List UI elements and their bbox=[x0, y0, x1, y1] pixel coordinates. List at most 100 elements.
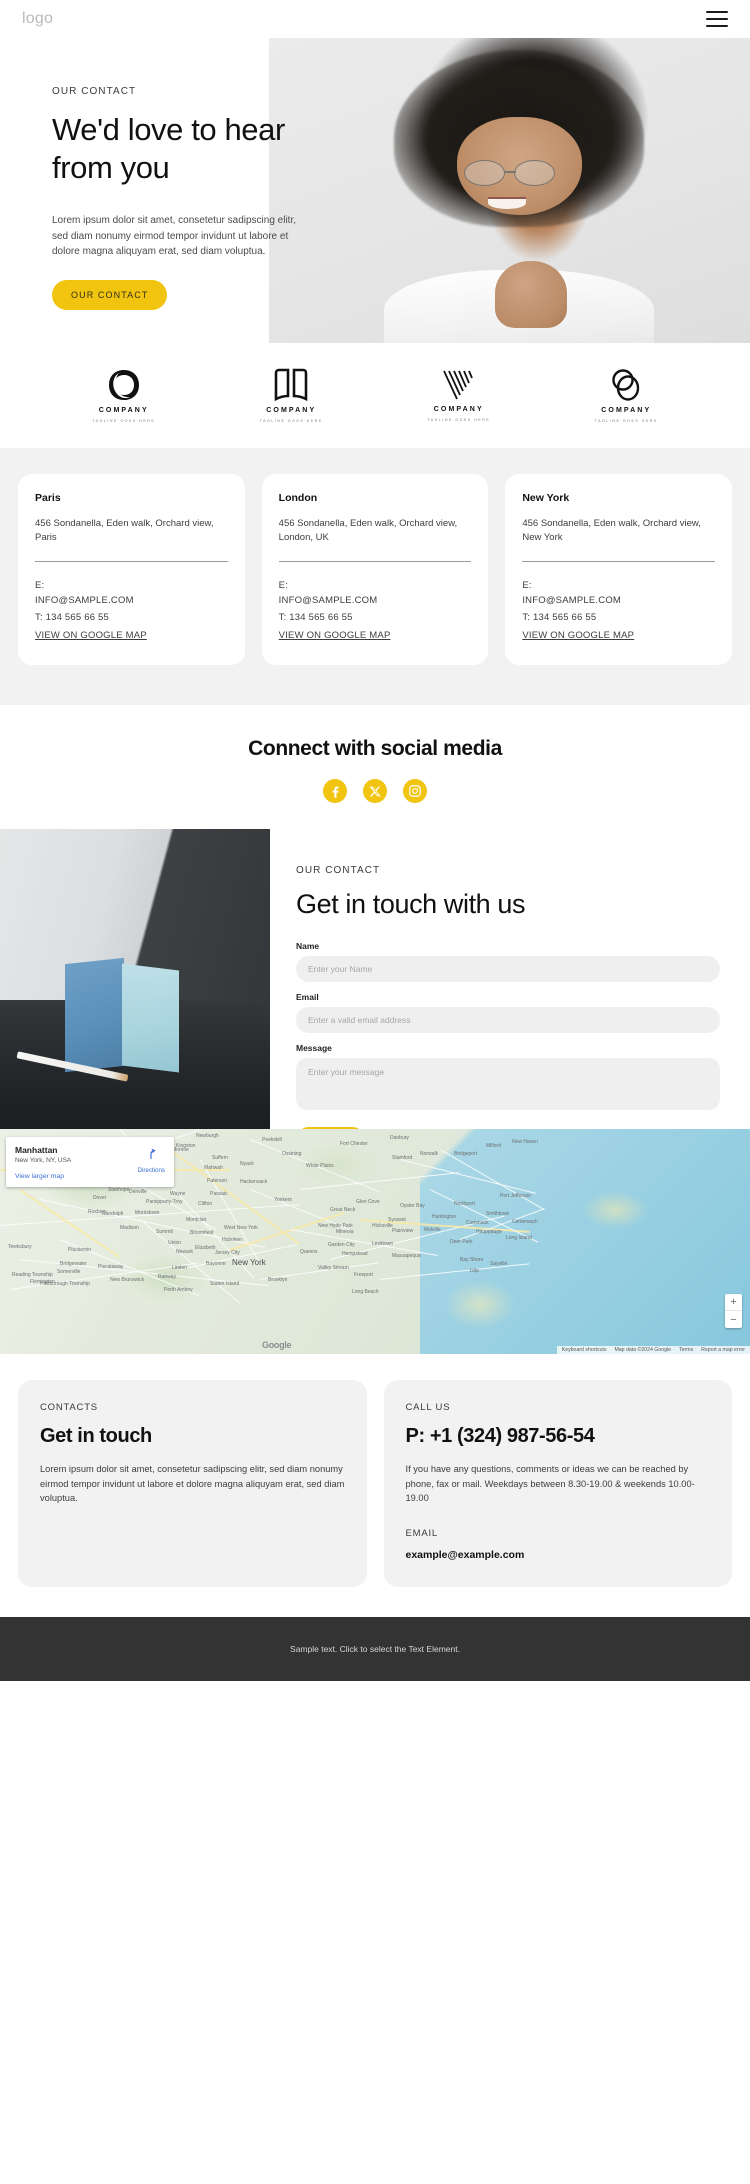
site-footer: Sample text. Click to select the Text El… bbox=[0, 1616, 750, 1681]
hero-paragraph: Lorem ipsum dolor sit amet, consetetur s… bbox=[52, 215, 296, 257]
map-label: Nyack bbox=[240, 1161, 254, 1167]
map-label: Stamford bbox=[392, 1155, 413, 1161]
map-label: Jersey City bbox=[215, 1250, 240, 1256]
double-ring-logo-icon bbox=[609, 368, 643, 402]
map-label: Piscataway bbox=[98, 1264, 124, 1270]
map-label: Sayville bbox=[490, 1261, 508, 1267]
map-label: Morristown bbox=[135, 1210, 160, 1216]
portrait-glasses-bridge bbox=[504, 170, 516, 173]
name-input[interactable] bbox=[296, 956, 720, 982]
map-label: Valley Stream bbox=[318, 1265, 349, 1271]
map-label: Tewksbury bbox=[8, 1244, 32, 1250]
portrait-smile bbox=[487, 196, 527, 209]
map-label: Commack bbox=[466, 1220, 489, 1226]
view-on-google-map-link[interactable]: VIEW ON GOOGLE MAP bbox=[279, 629, 391, 643]
photo-light-blue-card bbox=[121, 963, 179, 1073]
our-contact-button[interactable]: OUR CONTACT bbox=[52, 279, 168, 310]
office-card-paris: Paris 456 Sondanella, Eden walk, Orchard… bbox=[18, 474, 245, 665]
brand-tagline: TAGLINE GOES HERE bbox=[259, 419, 323, 423]
terms-link[interactable]: Terms bbox=[679, 1347, 693, 1353]
map-label: Garden City bbox=[328, 1242, 355, 1248]
map-label: Somerville bbox=[57, 1269, 81, 1275]
google-map-embed[interactable]: New York Newark Yonkers Kingston Fort Cheste… bbox=[0, 1129, 750, 1354]
office-city: New York bbox=[522, 492, 570, 504]
map-label: White Plains bbox=[306, 1163, 334, 1169]
map-label: Northport bbox=[454, 1201, 475, 1207]
message-label: Message bbox=[296, 1043, 332, 1053]
phone-number[interactable]: P: +1 (324) 987-56-54 bbox=[406, 1425, 711, 1448]
directions-label: Directions bbox=[137, 1167, 165, 1174]
map-label: Melville bbox=[424, 1227, 441, 1233]
view-on-google-map-link[interactable]: VIEW ON GOOGLE MAP bbox=[35, 629, 147, 643]
office-card-london: London 456 Sondanella, Eden walk, Orchar… bbox=[261, 474, 489, 665]
map-label: Reading Township bbox=[12, 1272, 53, 1278]
brand-tagline: TAGLINE GOES HERE bbox=[594, 419, 658, 423]
map-label: Summit bbox=[156, 1229, 173, 1235]
view-on-google-map-link[interactable]: VIEW ON GOOGLE MAP bbox=[522, 629, 634, 643]
map-label: Elizabeth bbox=[195, 1245, 216, 1251]
call-us-eyebrow: CALL US bbox=[405, 1402, 451, 1413]
map-label: Rahway bbox=[158, 1274, 177, 1280]
keyboard-shortcuts-link[interactable]: Keyboard shortcuts bbox=[562, 1347, 607, 1353]
offices-row: Paris 456 Sondanella, Eden walk, Orchard… bbox=[18, 474, 733, 665]
map-label: Union bbox=[168, 1240, 182, 1246]
map-label: Huntington bbox=[432, 1214, 457, 1220]
x-twitter-icon[interactable] bbox=[363, 779, 387, 803]
hero-portrait-image bbox=[269, 38, 750, 343]
map-label: Freeport bbox=[354, 1272, 373, 1278]
hero-section: OUR CONTACT We'd love to hear from you L… bbox=[0, 38, 750, 343]
office-phone[interactable]: T: 134 565 66 55 bbox=[35, 612, 228, 623]
site-header: logo bbox=[0, 0, 750, 38]
map-label: Milford bbox=[486, 1143, 502, 1149]
instagram-icon[interactable] bbox=[403, 779, 427, 803]
map-label: Denville bbox=[129, 1189, 147, 1195]
brand-name: COMPANY bbox=[266, 407, 317, 414]
footer-text[interactable]: Sample text. Click to select the Text El… bbox=[290, 1644, 460, 1654]
email-input[interactable] bbox=[296, 1007, 720, 1033]
zoom-out-button[interactable]: − bbox=[725, 1311, 742, 1328]
map-label: Wayne bbox=[170, 1191, 186, 1197]
contacts-paragraph: Lorem ipsum dolor sit amet, consetetur s… bbox=[40, 1464, 345, 1503]
map-attribution-bar: Keyboard shortcuts Map data ©2024 Google… bbox=[556, 1346, 750, 1354]
office-email[interactable]: INFO@SAMPLE.COM bbox=[522, 595, 715, 606]
map-label: Linden bbox=[172, 1265, 188, 1271]
hamburger-icon[interactable] bbox=[706, 11, 728, 27]
map-label: New Haven bbox=[512, 1139, 538, 1145]
contact-form-panel: OUR CONTACT Get in touch with us Name Em… bbox=[270, 829, 750, 1152]
map-label: Parsippany-Troy bbox=[146, 1199, 183, 1205]
office-address: 456 Sondanella, Eden walk, Orchard view,… bbox=[522, 518, 701, 543]
email-address[interactable]: example@example.com bbox=[406, 1549, 711, 1561]
map-label: Paterson bbox=[207, 1178, 228, 1184]
hero-eyebrow: OUR CONTACT bbox=[52, 86, 137, 97]
office-phone[interactable]: T: 134 565 66 55 bbox=[522, 612, 715, 623]
office-address: 456 Sondanella, Eden walk, Orchard view,… bbox=[278, 518, 458, 543]
map-label: New Brunswick bbox=[110, 1277, 145, 1283]
site-logo[interactable]: logo bbox=[22, 10, 53, 28]
map-label: Queens bbox=[300, 1249, 318, 1255]
map-label: Deer Park bbox=[450, 1239, 473, 1245]
map-label: West New York bbox=[224, 1225, 258, 1231]
hamburger-bar bbox=[706, 11, 728, 13]
map-label: Bloomfield bbox=[190, 1230, 214, 1236]
map-label: Oyster Bay bbox=[400, 1203, 425, 1209]
page-title: We'd love to hear from you bbox=[52, 112, 285, 185]
map-directions-button[interactable]: Directions bbox=[137, 1147, 165, 1174]
zoom-in-button[interactable]: + bbox=[725, 1294, 742, 1311]
map-label: Centereach bbox=[512, 1219, 538, 1225]
map-label: Hempstead bbox=[342, 1251, 368, 1257]
view-larger-map-link[interactable]: View larger map bbox=[15, 1173, 165, 1180]
message-textarea[interactable] bbox=[296, 1058, 720, 1110]
social-icons-row bbox=[0, 779, 750, 803]
form-title: Get in touch with us bbox=[296, 889, 526, 919]
portrait-glasses-right bbox=[514, 160, 556, 186]
map-label: Brooklyn bbox=[268, 1277, 288, 1283]
map-label: Roxbury bbox=[88, 1209, 107, 1215]
facebook-icon[interactable] bbox=[323, 779, 347, 803]
office-email[interactable]: INFO@SAMPLE.COM bbox=[35, 595, 228, 606]
map-label: Port Jefferson bbox=[500, 1193, 532, 1199]
map-label: Dover bbox=[93, 1195, 107, 1201]
report-map-error-link[interactable]: Report a map error bbox=[701, 1347, 745, 1353]
office-phone[interactable]: T: 134 565 66 55 bbox=[279, 612, 472, 623]
form-eyebrow: OUR CONTACT bbox=[296, 865, 381, 876]
office-email[interactable]: INFO@SAMPLE.COM bbox=[279, 595, 472, 606]
